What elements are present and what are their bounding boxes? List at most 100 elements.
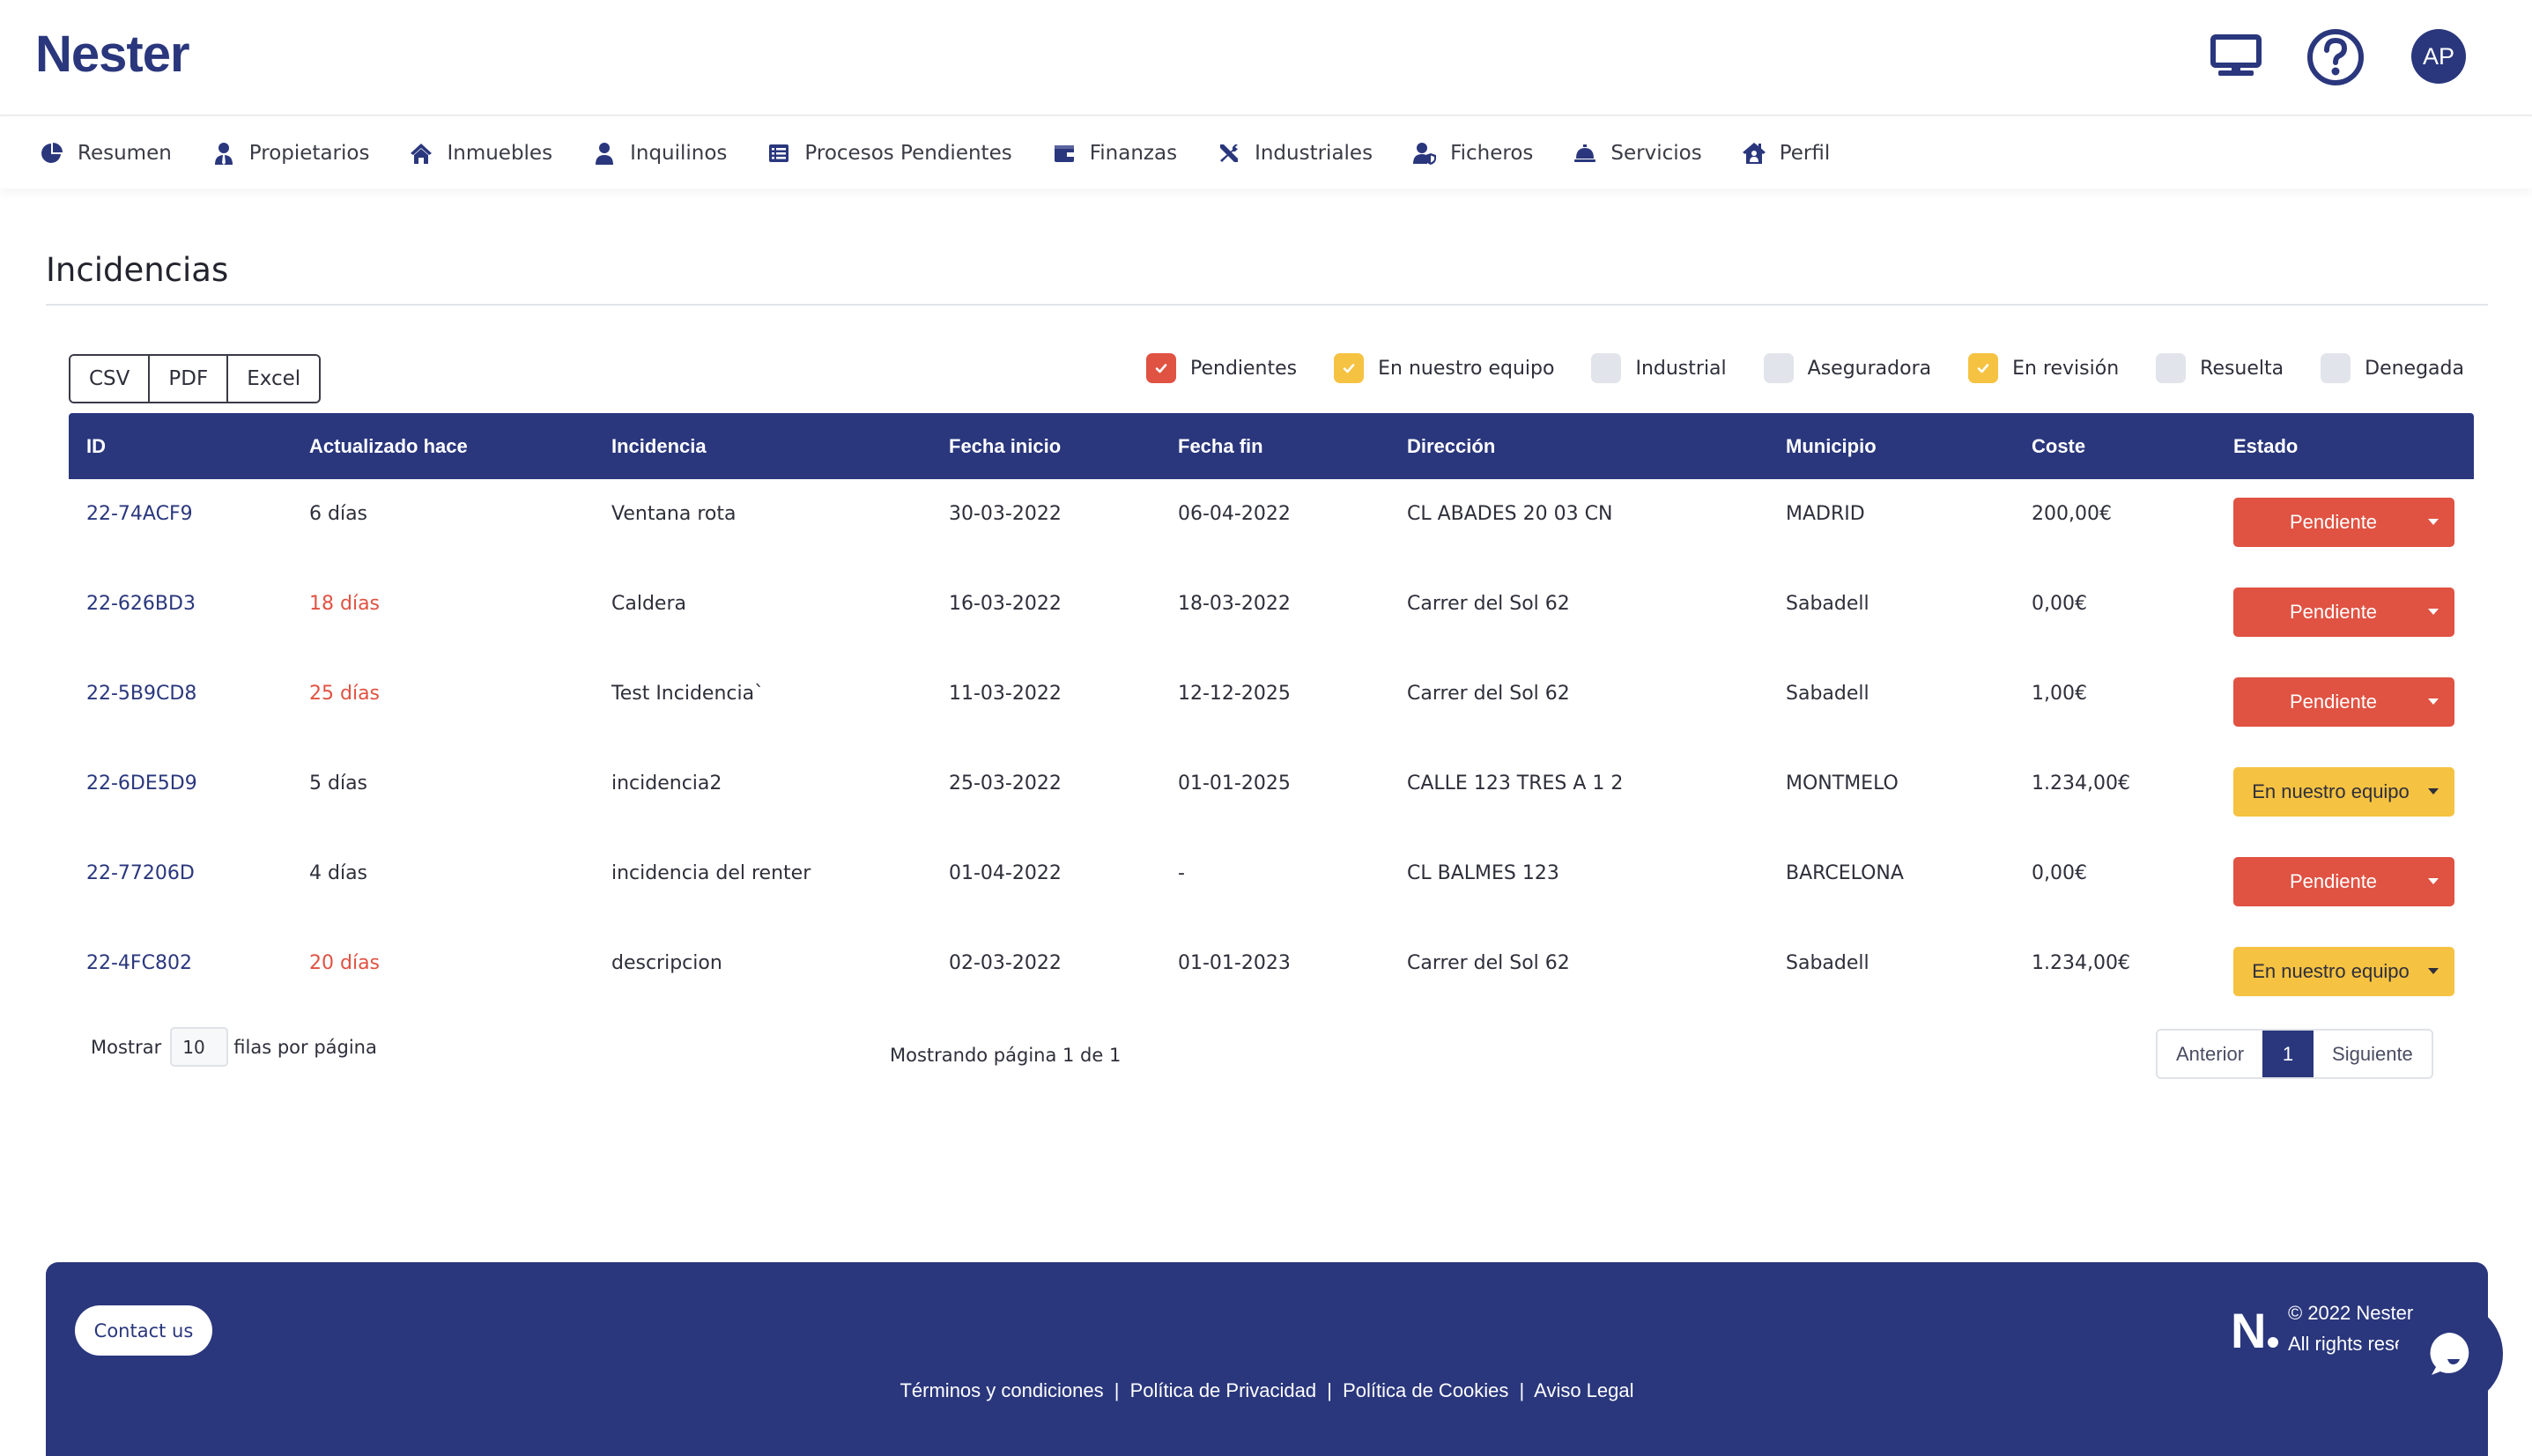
check-icon (1155, 364, 1167, 373)
fecha-inicio: 30-03-2022 (949, 503, 1062, 525)
status-dropdown[interactable]: En nuestro equipo (2233, 947, 2454, 996)
nav-item-finanzas[interactable]: Finanzas (1053, 142, 1177, 165)
nav-item-resumen[interactable]: Resumen (41, 142, 172, 165)
checkbox[interactable] (1145, 353, 1176, 383)
legal-notice-link[interactable]: Aviso Legal (1534, 1379, 1633, 1401)
table-row: 22-6DE5D9 5 días incidencia2 25-03-2022 … (69, 749, 2474, 839)
nav-item-perfil[interactable]: Perfil (1742, 142, 1830, 165)
footer: Contact us Términos y condiciones | Polí… (46, 1262, 2488, 1456)
nav-label: Finanzas (1089, 142, 1178, 165)
filter-en-revision[interactable]: En revisión (1968, 353, 2119, 383)
column-header-estado[interactable]: Estado (2216, 413, 2474, 479)
list-icon (769, 144, 789, 162)
updated-ago: 18 días (309, 593, 381, 615)
nav-item-inmuebles[interactable]: Inmuebles (410, 142, 552, 165)
top-header: Nester AP (0, 0, 2532, 116)
footer-links: Términos y condiciones | Política de Pri… (46, 1379, 2488, 1402)
user-icon (596, 143, 614, 165)
status-dropdown[interactable]: Pendiente (2233, 498, 2454, 547)
incidencia-id-link[interactable]: 22-77206D (86, 862, 195, 884)
cookies-policy-link[interactable]: Política de Cookies (1343, 1379, 1508, 1401)
contact-us-button[interactable]: Contact us (75, 1305, 212, 1356)
filter-resuelta[interactable]: Resuelta (2156, 353, 2284, 383)
export-excel-button[interactable]: Excel (228, 356, 320, 402)
incidencia-id-link[interactable]: 22-4FC802 (86, 952, 192, 974)
status-dropdown[interactable]: En nuestro equipo (2233, 767, 2454, 817)
help-button[interactable] (2306, 28, 2365, 86)
nav-item-procesos-pendientes[interactable]: Procesos Pendientes (767, 142, 1012, 165)
status-dropdown[interactable]: Pendiente (2233, 677, 2454, 727)
privacy-policy-link[interactable]: Política de Privacidad (1130, 1379, 1317, 1401)
terms-link[interactable]: Términos y condiciones (900, 1379, 1103, 1401)
municipio: Sabadell (1786, 952, 1869, 974)
table-header: ID Actualizado hace Incidencia Fecha ini… (69, 413, 2474, 479)
checkbox[interactable] (1591, 353, 1622, 383)
checkbox[interactable] (1968, 353, 1999, 383)
column-header-direccion[interactable]: Dirección (1389, 413, 1768, 479)
municipio: Sabadell (1786, 683, 1869, 705)
incidencia-description: descripcion (611, 952, 722, 974)
nav-item-inquilinos[interactable]: Inquilinos (593, 142, 727, 165)
incidencia-id-link[interactable]: 22-5B9CD8 (86, 683, 196, 705)
incidencia-id-link[interactable]: 22-626BD3 (86, 593, 196, 615)
home-icon (411, 144, 433, 164)
filter-pendientes[interactable]: Pendientes (1145, 353, 1297, 383)
status-label: Pendiente (2289, 511, 2378, 533)
column-header-fecha-inicio[interactable]: Fecha inicio (931, 413, 1160, 479)
municipio: MADRID (1786, 503, 1865, 525)
column-header-incidencia[interactable]: Incidencia (594, 413, 931, 479)
updated-ago: 4 días (309, 862, 368, 884)
checkbox[interactable] (2156, 353, 2187, 383)
house-user-icon (1742, 143, 1766, 164)
column-header-coste[interactable]: Coste (2014, 413, 2216, 479)
status-dropdown[interactable]: Pendiente (2233, 857, 2454, 906)
status-dropdown[interactable]: Pendiente (2233, 588, 2454, 637)
filter-en-nuestro-equipo[interactable]: En nuestro equipo (1334, 353, 1554, 383)
status-label: En nuestro equipo (2252, 960, 2410, 982)
help-circle-icon (2307, 29, 2364, 85)
filter-denegada[interactable]: Denegada (2321, 353, 2464, 383)
fecha-inicio: 01-04-2022 (949, 862, 1062, 884)
nav-label: Procesos Pendientes (804, 142, 1012, 165)
incidencia-description: Caldera (611, 593, 686, 615)
previous-page-button[interactable]: Anterior (2158, 1031, 2263, 1077)
copyright-line-1: © 2022 Nester SL (2288, 1302, 2420, 1324)
user-avatar[interactable]: AP (2411, 29, 2466, 84)
page-button-current[interactable]: 1 (2262, 1031, 2314, 1077)
nav-label: Resumen (78, 142, 172, 165)
main-nav: Resumen Propietarios Inmuebles Inquilino… (0, 118, 2532, 188)
monitor-button[interactable] (2210, 33, 2262, 78)
next-page-button[interactable]: Siguiente (2314, 1031, 2432, 1077)
filter-aseguradora[interactable]: Aseguradora (1763, 353, 1931, 383)
incidencia-id-link[interactable]: 22-74ACF9 (86, 503, 193, 525)
direccion: CL ABADES 20 03 CN (1407, 503, 1613, 525)
checkbox[interactable] (2321, 353, 2351, 383)
nav-item-industriales[interactable]: Industriales (1218, 142, 1373, 165)
nav-label: Ficheros (1450, 142, 1534, 165)
column-header-municipio[interactable]: Municipio (1768, 413, 2014, 479)
concierge-bell-icon (1574, 144, 1596, 162)
link-separator: | (1519, 1379, 1525, 1401)
column-header-fecha-fin[interactable]: Fecha fin (1160, 413, 1389, 479)
checkbox[interactable] (1334, 353, 1365, 383)
footer-logo: N (2231, 1306, 2279, 1356)
nav-item-propietarios[interactable]: Propietarios (212, 142, 369, 165)
nav-item-servicios[interactable]: Servicios (1573, 142, 1702, 165)
checkbox[interactable] (1763, 353, 1794, 383)
check-icon (1343, 364, 1355, 373)
chat-widget-button[interactable] (2397, 1301, 2503, 1407)
incidencia-id-link[interactable]: 22-6DE5D9 (86, 772, 197, 795)
export-csv-button[interactable]: CSV (70, 356, 151, 402)
nav-label: Inquilinos (630, 142, 728, 165)
column-header-actualizado[interactable]: Actualizado hace (292, 413, 594, 479)
rows-per-page-input[interactable]: 10 (170, 1027, 229, 1067)
direccion: CL BALMES 123 (1407, 862, 1559, 884)
check-icon (1977, 364, 1989, 373)
nav-item-ficheros[interactable]: Ficheros (1413, 142, 1533, 165)
direccion: CALLE 123 TRES A 1 2 (1407, 772, 1624, 795)
direccion: Carrer del Sol 62 (1407, 683, 1570, 705)
app-logo[interactable]: Nester (35, 25, 190, 84)
filter-industrial[interactable]: Industrial (1591, 353, 1727, 383)
export-pdf-button[interactable]: PDF (150, 356, 229, 402)
column-header-id[interactable]: ID (69, 413, 292, 479)
